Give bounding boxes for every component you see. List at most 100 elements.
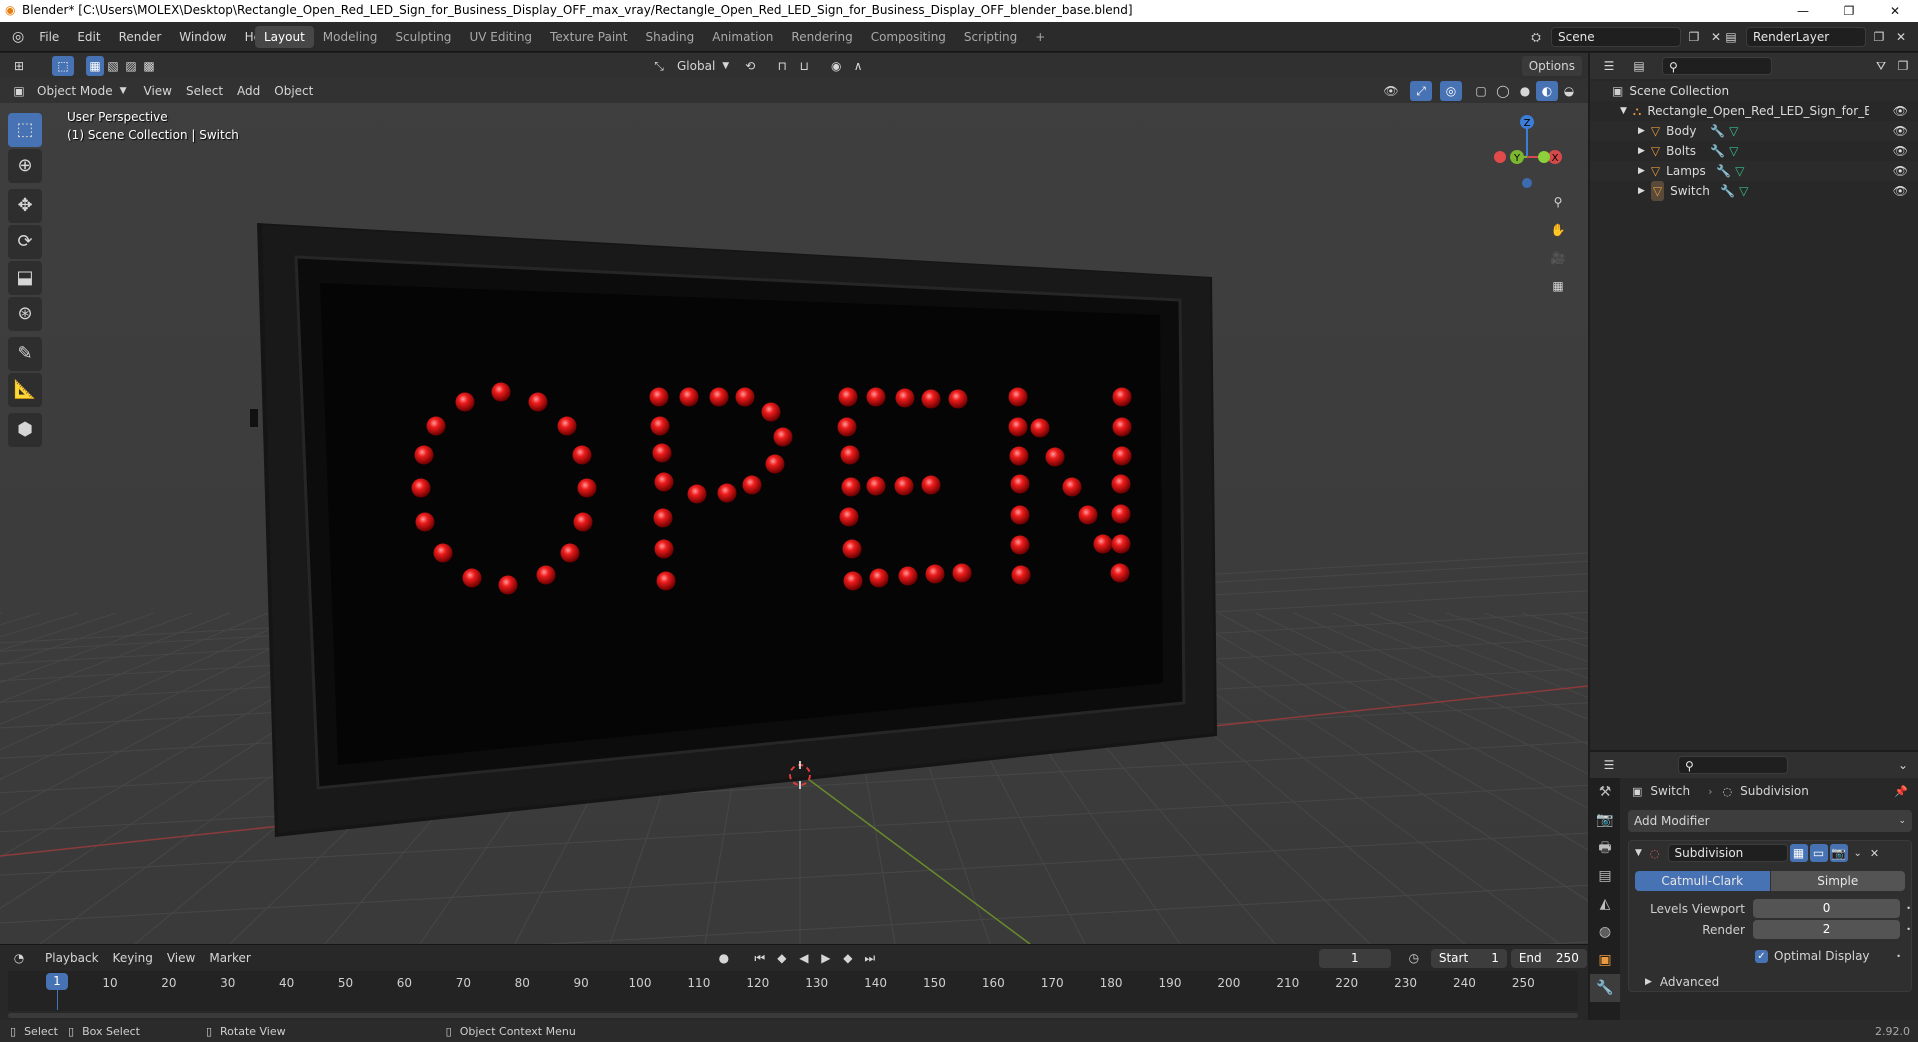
mode-dropdown[interactable]: Object Mode (30, 81, 120, 101)
ortho-grid-icon[interactable]: ▦ (1547, 276, 1569, 296)
advanced-subpanel[interactable]: Advanced (1660, 975, 1719, 989)
view-layer-browse-icon[interactable]: ▤ (1720, 27, 1742, 47)
catmull-clark-button[interactable]: Catmull-Clark (1635, 871, 1770, 891)
tab-compositing[interactable]: Compositing (862, 26, 955, 48)
playhead-frame[interactable]: 1 (46, 973, 68, 990)
render-toggle-icon[interactable]: 📷 (1829, 844, 1848, 862)
visibility-icon[interactable]: 👁 (1380, 81, 1402, 101)
menu-render[interactable]: Render (110, 22, 171, 52)
mesh-data-icon[interactable]: ▽ (1729, 141, 1738, 161)
object-mode-icon[interactable]: ▣ (8, 81, 30, 101)
select-mode-extend-icon[interactable]: ▧ (104, 56, 122, 76)
shading-solid-icon[interactable]: ● (1514, 81, 1536, 101)
mesh-data-icon[interactable]: ▽ (1729, 121, 1738, 141)
menu-edit[interactable]: Edit (68, 22, 109, 52)
render-tab-icon[interactable]: 📷 (1590, 806, 1620, 834)
tool-tab-icon[interactable]: ⚒ (1590, 778, 1620, 806)
simple-button[interactable]: Simple (1770, 871, 1905, 891)
eye-icon[interactable]: 👁 (1893, 181, 1908, 201)
tab-modeling[interactable]: Modeling (314, 26, 387, 48)
object-tab-icon[interactable]: ▣ (1590, 946, 1620, 974)
expand-arrow-icon[interactable]: ▶ (1645, 977, 1652, 987)
scene-name-field[interactable]: Scene (1551, 27, 1681, 47)
move-tool-icon[interactable]: ✥ (8, 189, 42, 223)
expand-arrow-icon[interactable]: ▶ (1638, 181, 1645, 201)
select-mode-invert-icon[interactable]: ▩ (140, 56, 158, 76)
measure-tool-icon[interactable]: 📐 (8, 373, 42, 407)
outliner-row-bolts[interactable]: ▶ ▽ Bolts 🔧 ▽ 👁 (1590, 141, 1918, 161)
tab-uv-editing[interactable]: UV Editing (460, 26, 541, 48)
tab-shading[interactable]: Shading (636, 26, 703, 48)
add-cube-tool-icon[interactable]: ⬢ (8, 413, 42, 447)
expand-arrow-icon[interactable]: ▶ (1638, 161, 1645, 181)
properties-search-input[interactable]: ⚲ (1678, 756, 1788, 774)
optimal-display-checkbox[interactable]: ✓ (1755, 949, 1768, 963)
modifier-wrench-icon[interactable]: 🔧 (1710, 141, 1725, 161)
new-scene-icon[interactable]: ❐ (1683, 27, 1705, 47)
gizmo-toggle-icon[interactable]: ⤢ (1410, 81, 1432, 101)
tab-rendering[interactable]: Rendering (782, 26, 861, 48)
expand-arrow-icon[interactable]: ▼ (1620, 101, 1627, 121)
tab-texture-paint[interactable]: Texture Paint (541, 26, 636, 48)
modifier-wrench-icon[interactable]: 🔧 (1720, 181, 1735, 201)
cursor-tool-icon[interactable]: ⊕ (8, 149, 42, 183)
annotate-tool-icon[interactable]: ✎ (8, 337, 42, 371)
outliner-editor-type-icon[interactable]: ☰ (1598, 56, 1620, 76)
remove-modifier-icon[interactable]: ✕ (1870, 847, 1879, 860)
pan-hand-icon[interactable]: ✋ (1547, 220, 1569, 240)
proportional-edit-icon[interactable]: ◉ (825, 56, 847, 76)
keyframe-dot-icon[interactable]: • (1906, 925, 1911, 934)
shading-rendered-icon[interactable]: ◒ (1558, 81, 1580, 101)
keyframe-dot-icon[interactable]: • (1896, 952, 1901, 961)
timeline-scrollbar[interactable] (8, 1013, 1578, 1018)
properties-editor-type-icon[interactable]: ☰ (1598, 755, 1620, 775)
modifier-tab-icon[interactable]: 🔧 (1590, 974, 1620, 1002)
close-window-button[interactable]: ✕ (1872, 0, 1918, 22)
overlay-toggle-icon[interactable]: ◎ (1440, 81, 1462, 101)
render-layer-field[interactable]: RenderLayer (1746, 27, 1866, 47)
mesh-data-icon[interactable]: ▽ (1739, 181, 1748, 201)
chevron-down-icon[interactable]: ⌄ (1854, 848, 1862, 859)
view-layer-tab-icon[interactable]: ▤ (1590, 862, 1620, 890)
shading-wireframe-icon[interactable]: ◯ (1492, 81, 1514, 101)
scene-browse-icon[interactable]: ⛭ (1525, 27, 1547, 47)
falloff-icon[interactable]: ∧ (847, 56, 869, 76)
new-collection-icon[interactable]: ❐ (1892, 56, 1914, 76)
minimize-button[interactable]: — (1780, 0, 1826, 22)
add-modifier-dropdown[interactable]: Add Modifier ⌄ (1628, 810, 1912, 832)
modifier-wrench-icon[interactable]: 🔧 (1716, 161, 1731, 181)
world-tab-icon[interactable]: ◍ (1590, 918, 1620, 946)
select-mode-subtract-icon[interactable]: ▨ (122, 56, 140, 76)
eye-icon[interactable]: 👁 (1893, 161, 1908, 181)
expand-arrow-icon[interactable]: ▶ (1638, 141, 1645, 161)
output-tab-icon[interactable]: 🖶 (1590, 834, 1620, 862)
scene-tab-icon[interactable]: ◭ (1590, 890, 1620, 918)
editor-type-icon[interactable]: ⊞ (8, 56, 30, 76)
collapse-arrow-icon[interactable]: ▼ (1635, 848, 1642, 858)
filter-icon[interactable]: ⛛ (1870, 56, 1892, 76)
orientation-dropdown[interactable]: Global (670, 56, 722, 76)
camera-icon[interactable]: 🎥 (1547, 248, 1569, 268)
shading-material-icon[interactable]: ◐ (1536, 81, 1558, 101)
tab-layout[interactable]: Layout (255, 26, 314, 48)
outliner-row-object[interactable]: ▼ ⛬ Rectangle_Open_Red_LED_Sign_for_Busi… (1590, 101, 1918, 121)
outliner-row-body[interactable]: ▶ ▽ Body 🔧 ▽ 👁 (1590, 121, 1918, 141)
xray-icon[interactable]: ▢ (1470, 81, 1492, 101)
blender-menu-icon[interactable]: ◎ (6, 29, 30, 45)
3d-viewport[interactable]: ⊞ ⬚ ▦ ▧ ▨ ▩ ⤡ Global ▼ ⟲ ⊓ ⊔ ◉ ∧ Options… (0, 53, 1588, 944)
viewport-menu-object[interactable]: Object (267, 81, 320, 101)
select-tool-icon[interactable]: ⬚ (52, 56, 74, 76)
restore-button[interactable]: ❐ (1826, 0, 1872, 22)
outliner-row-switch[interactable]: ▶ ▽ Switch 🔧 ▽ 👁 (1590, 181, 1918, 201)
select-box-tool-icon[interactable]: ⬚ (8, 113, 42, 147)
snap-icon[interactable]: ⊓ (771, 56, 793, 76)
modifier-name-field[interactable]: Subdivision (1667, 844, 1788, 862)
rotate-tool-icon[interactable]: ⟳ (8, 225, 42, 259)
display-mode-icon[interactable]: ▤ (1628, 56, 1650, 76)
viewport-display-toggle-icon[interactable]: ▭ (1809, 844, 1828, 862)
zoom-icon[interactable]: ⚲ (1547, 192, 1569, 212)
menu-file[interactable]: File (30, 22, 68, 52)
transform-orientation-icon[interactable]: ⤡ (648, 56, 670, 76)
snap-target-icon[interactable]: ⊔ (793, 56, 815, 76)
edit-mode-toggle-icon[interactable]: ▦ (1789, 844, 1808, 862)
